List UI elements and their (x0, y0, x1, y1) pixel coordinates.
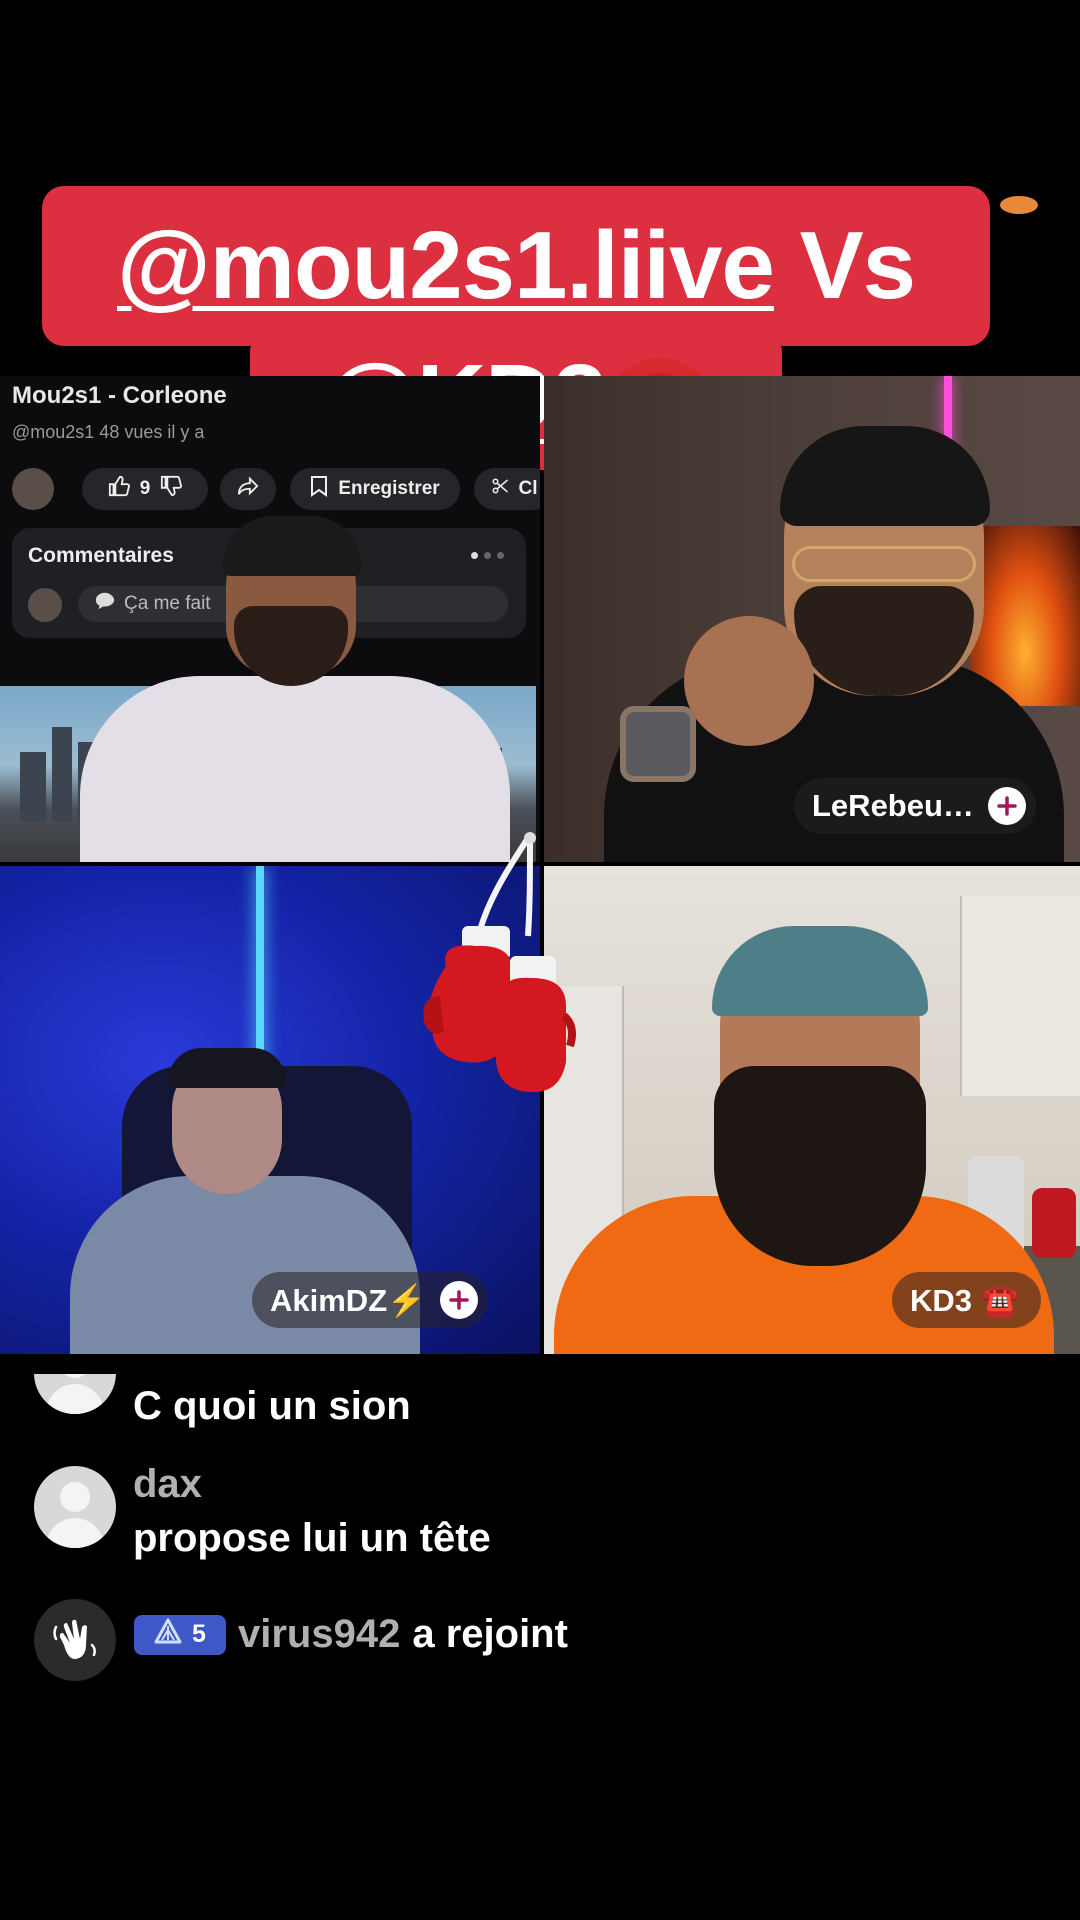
like-button: 9 (82, 468, 208, 510)
guest-hand (684, 616, 814, 746)
join-notification: 5 virus942 a rejoint (134, 1612, 568, 1657)
boxing-gloves-icon (380, 826, 576, 1106)
guest-beard (714, 1066, 926, 1266)
level-number: 5 (192, 1620, 206, 1648)
guest-panel-screen-share[interactable]: Mou2s1 - Corleone @mou2s1 48 vues il y a… (0, 376, 540, 862)
streamer-beanie (222, 516, 362, 576)
channel-avatar (12, 468, 54, 510)
follow-plus-icon[interactable] (439, 1281, 478, 1319)
waving-hand-icon (34, 1599, 116, 1681)
participant-name: KD3 ☎️ (910, 1282, 1020, 1318)
chat-message: propose lui un tête (133, 1516, 491, 1560)
comments-title: Commentaires (28, 544, 174, 567)
level-badge: 5 (134, 1614, 226, 1655)
video-title: Mou2s1 - Corleone (12, 382, 227, 409)
pagination-dots (471, 552, 504, 559)
level-triangle-icon (154, 1618, 182, 1651)
bookmark-icon (310, 475, 328, 503)
participant-name: LeRebeu… (812, 788, 974, 823)
save-label: Enregistrer (338, 478, 440, 499)
title-banner-line1: @mou2s1.liive Vs (42, 186, 990, 346)
handle-mou2s1[interactable]: @mou2s1.liive (117, 212, 775, 319)
streamer-beard (234, 606, 348, 686)
save-button: Enregistrer (290, 468, 460, 510)
guest-hair (168, 1048, 286, 1088)
chat-username[interactable]: dax (133, 1462, 202, 1507)
chat-avatar[interactable] (34, 1466, 116, 1548)
decorative-sticker (1000, 196, 1038, 214)
share-button (220, 468, 276, 510)
clip-label: Cl (518, 478, 538, 499)
joined-text: a rejoint (412, 1612, 568, 1656)
guest-watch (620, 706, 696, 782)
commenter-avatar (28, 588, 62, 622)
share-icon (237, 475, 259, 503)
follow-plus-icon[interactable] (987, 787, 1026, 825)
kettle (1032, 1188, 1076, 1258)
chat-message: C quoi un sion (133, 1384, 411, 1428)
thumbs-down-icon (160, 475, 183, 503)
thumbs-up-icon (108, 475, 130, 503)
guest-glasses (792, 546, 976, 582)
kitchen-cabinet (960, 896, 1080, 1096)
scissors-icon (491, 477, 509, 501)
name-tag-lerebeu[interactable]: LeRebeu… (794, 778, 1036, 834)
vs-text: Vs (773, 212, 916, 319)
like-count: 9 (139, 478, 151, 499)
name-tag-akimdz[interactable]: AkimDZ⚡ (252, 1272, 488, 1328)
comment-text: Ça me fait (124, 593, 211, 614)
clip-button: Cl (474, 468, 540, 510)
participant-name: AkimDZ⚡ (270, 1282, 426, 1318)
video-meta: @mou2s1 48 vues il y a (12, 422, 205, 442)
joined-username[interactable]: virus942 (238, 1612, 400, 1657)
name-tag-kd3[interactable]: KD3 ☎️ (892, 1272, 1042, 1328)
speech-bubble-icon (94, 590, 116, 618)
